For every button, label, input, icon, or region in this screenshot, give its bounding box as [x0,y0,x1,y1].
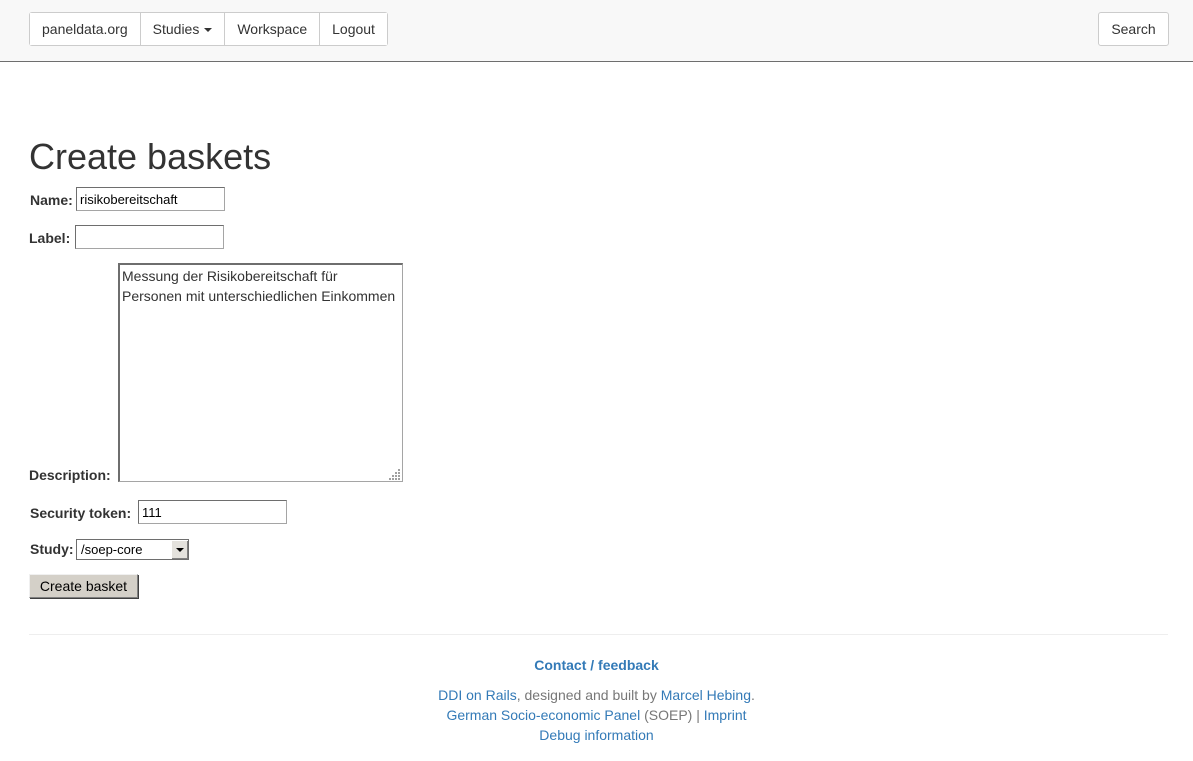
label-label: Label: [29,230,71,246]
workspace-link[interactable]: Workspace [225,13,321,45]
study-select-value: /soep-core [81,542,143,557]
soep-link[interactable]: German Socio-economic Panel [446,707,640,723]
logout-link[interactable]: Logout [320,13,387,45]
ddi-on-rails-link[interactable]: DDI on Rails [438,687,517,703]
author-link[interactable]: Marcel Hebing [661,687,751,703]
name-label: Name: [30,192,73,208]
top-navbar: paneldata.org Studies Workspace Logout S… [0,0,1193,62]
footer-period: . [750,687,755,703]
studies-dropdown[interactable]: Studies [140,13,226,45]
brand-link[interactable]: paneldata.org [30,13,141,45]
footer-soep-abbr: (SOEP) | [640,707,704,723]
study-label: Study: [30,541,74,557]
footer-soep-row: German Socio-economic Panel (SOEP) | Imp… [0,705,1193,725]
security-token-label: Security token: [30,505,132,521]
footer-divider [29,634,1168,635]
main-nav-group: paneldata.org Studies Workspace Logout [29,12,388,46]
name-input[interactable] [76,187,225,211]
study-select[interactable]: /soep-core [76,539,189,560]
debug-information-link[interactable]: Debug information [539,727,653,743]
create-basket-button[interactable]: Create basket [29,574,138,598]
security-token-input[interactable] [138,500,287,524]
description-label: Description: [29,467,111,483]
footer-contact-row: Contact / feedback [0,655,1193,675]
label-input[interactable] [75,225,224,249]
chevron-down-icon[interactable] [171,540,188,559]
studies-label: Studies [152,21,200,37]
footer-designed-text: , designed and built by [516,687,661,703]
page-title: Create baskets [29,136,272,177]
contact-feedback-link[interactable]: Contact / feedback [534,657,658,673]
search-button[interactable]: Search [1098,12,1169,46]
description-textarea[interactable]: Messung der Risikobereitschaft für Perso… [118,263,403,482]
footer-debug-row: Debug information [0,725,1193,745]
resize-grip-icon[interactable] [389,468,401,480]
imprint-link[interactable]: Imprint [704,707,747,723]
caret-down-icon [204,28,213,32]
footer-credits-row: DDI on Rails, designed and built by Marc… [0,685,1193,705]
